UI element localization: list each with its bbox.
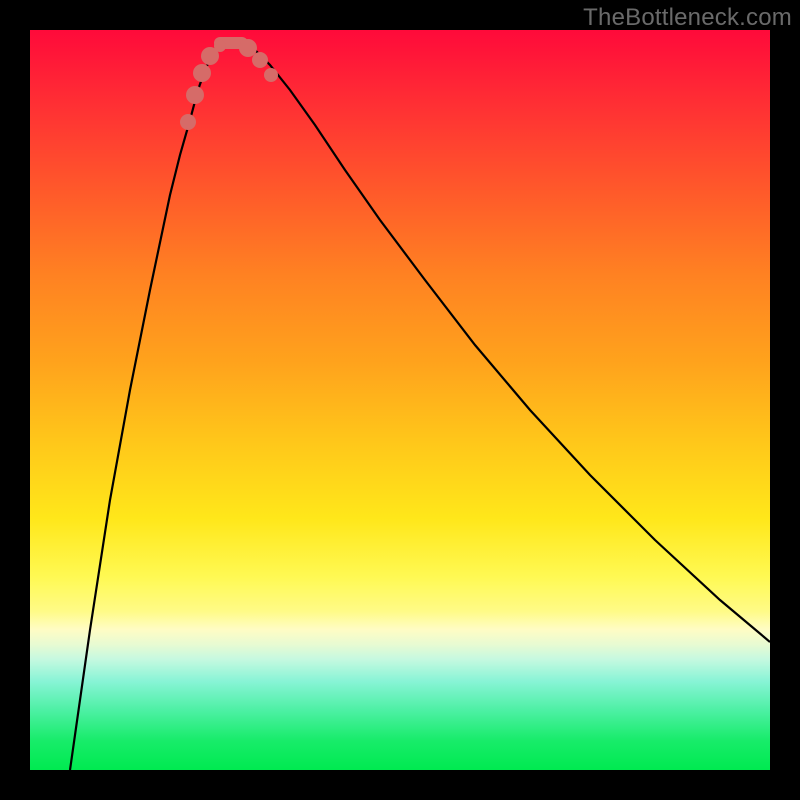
bottleneck-curve	[70, 43, 770, 770]
curve-marker	[180, 114, 196, 130]
marker-group	[180, 39, 278, 130]
curve-marker	[193, 64, 211, 82]
watermark-text: TheBottleneck.com	[583, 4, 792, 32]
curve-marker	[214, 40, 226, 52]
chart-frame: TheBottleneck.com	[0, 0, 800, 800]
curve-marker	[252, 52, 268, 68]
plot-area	[30, 30, 770, 770]
curve-marker	[239, 39, 257, 57]
curve-layer	[30, 30, 770, 770]
curve-marker	[186, 86, 204, 104]
curve-marker	[264, 68, 278, 82]
